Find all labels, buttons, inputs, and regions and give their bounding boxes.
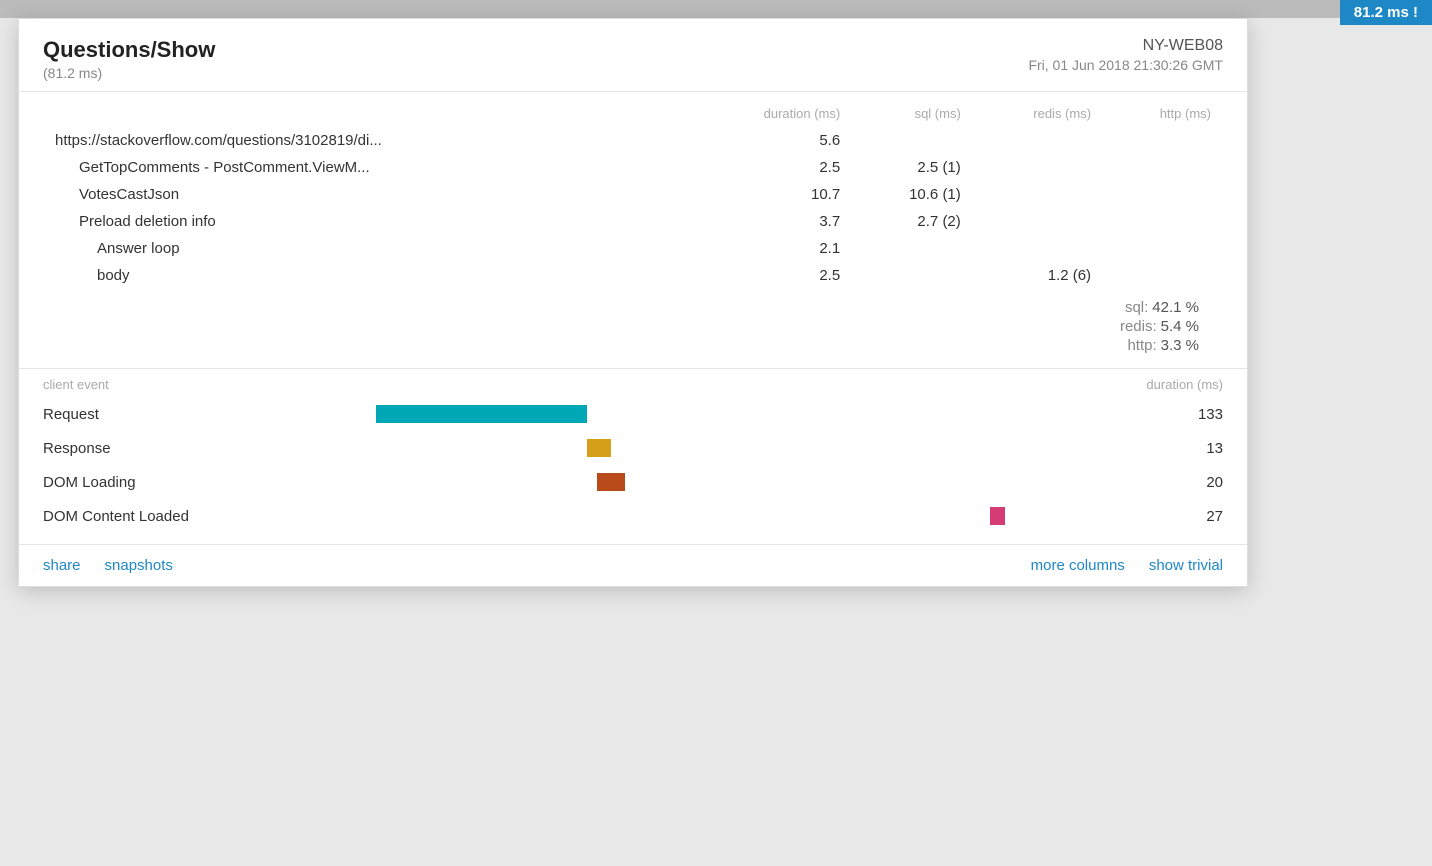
timings-table: duration (ms) sql (ms) redis (ms) http (…	[43, 98, 1223, 289]
timing-http	[1103, 181, 1223, 208]
popup-server-info: NY-WEB08 Fri, 01 Jun 2018 21:30:26 GMT	[1028, 37, 1223, 73]
timing-duration: 2.5	[692, 262, 852, 289]
timing-duration: 3.7	[692, 208, 852, 235]
popup-title-row: Questions/Show (81.2 ms) NY-WEB08 Fri, 0…	[43, 37, 1223, 81]
popup-title-text: Questions/Show	[43, 37, 215, 63]
timing-row: body 2.5 1.2 (6)	[43, 262, 1223, 289]
client-event-row: DOM Loading 20	[43, 468, 1223, 496]
event-bar	[597, 473, 626, 491]
timing-row: https://stackoverflow.com/questions/3102…	[43, 127, 1223, 154]
timing-redis: 1.2 (6)	[973, 262, 1103, 289]
stat-label: http:	[1127, 337, 1156, 354]
stat-value: 3.3 %	[1161, 337, 1199, 354]
timing-sql: 2.5 (1)	[852, 154, 973, 181]
timing-sql	[852, 127, 973, 154]
stat-value: 5.4 %	[1161, 318, 1199, 335]
client-duration-header: duration (ms)	[1146, 377, 1223, 392]
timing-sql	[852, 262, 973, 289]
popup-body: duration (ms) sql (ms) redis (ms) http (…	[19, 98, 1247, 368]
col-sql: sql (ms)	[852, 98, 973, 127]
footer-link-share[interactable]: share	[43, 557, 81, 574]
badge-label: 81.2 ms !	[1354, 4, 1418, 21]
client-event-duration: 133	[1163, 406, 1223, 423]
popup: Questions/Show (81.2 ms) NY-WEB08 Fri, 0…	[18, 18, 1248, 587]
bar-area	[203, 471, 1163, 493]
client-event-label: Response	[43, 440, 203, 457]
client-events-container: Request 133 Response 13 DOM Loading 20 DOM Con…	[43, 400, 1223, 530]
client-event-label: DOM Loading	[43, 474, 203, 491]
stat-label: redis:	[1120, 318, 1157, 335]
timing-duration: 10.7	[692, 181, 852, 208]
client-event-duration: 20	[1163, 474, 1223, 491]
popup-header: Questions/Show (81.2 ms) NY-WEB08 Fri, 0…	[19, 19, 1247, 92]
bar-area	[203, 403, 1163, 425]
popup-title: Questions/Show (81.2 ms)	[43, 37, 215, 81]
client-header: client event duration (ms)	[43, 377, 1223, 392]
stat-row: http: 3.3 %	[1127, 337, 1199, 354]
stat-row: redis:5.4 %	[1120, 318, 1199, 335]
timing-redis	[973, 181, 1103, 208]
timing-sql: 2.7 (2)	[852, 208, 973, 235]
stat-row: sql:42.1 %	[1125, 299, 1199, 316]
col-label	[43, 98, 692, 127]
client-section: client event duration (ms) Request 133 Res…	[19, 368, 1247, 544]
timing-row: Answer loop 2.1	[43, 235, 1223, 262]
bar-area	[203, 505, 1163, 527]
stat-value: 42.1 %	[1152, 299, 1199, 316]
client-event-label: DOM Content Loaded	[43, 508, 203, 525]
event-bar	[376, 405, 587, 423]
timing-duration: 2.1	[692, 235, 852, 262]
popup-timestamp: Fri, 01 Jun 2018 21:30:26 GMT	[1028, 57, 1223, 73]
mini-badge: 81.2 ms !	[1340, 0, 1432, 25]
timing-redis	[973, 127, 1103, 154]
timing-label: Answer loop	[43, 235, 692, 262]
timing-http	[1103, 262, 1223, 289]
timing-label: Preload deletion info	[43, 208, 692, 235]
timing-redis	[973, 154, 1103, 181]
timing-sql: 10.6 (1)	[852, 181, 973, 208]
popup-server: NY-WEB08	[1028, 37, 1223, 55]
timing-label: VotesCastJson	[43, 181, 692, 208]
footer-link-show-trivial[interactable]: show trivial	[1149, 557, 1223, 574]
event-bar	[587, 439, 611, 457]
event-bar	[990, 507, 1004, 525]
panel-wrapper: 81.2 ms ! Questions/Show (81.2 ms) NY-WE…	[0, 0, 1432, 866]
client-event-row: Request 133	[43, 400, 1223, 428]
timing-row: VotesCastJson 10.7 10.6 (1)	[43, 181, 1223, 208]
client-event-label: Request	[43, 406, 203, 423]
timing-row: GetTopComments - PostComment.ViewM... 2.…	[43, 154, 1223, 181]
stat-label: sql:	[1125, 299, 1148, 316]
timing-http	[1103, 127, 1223, 154]
client-event-duration: 27	[1163, 508, 1223, 525]
footer-links-right: more columns show trivial	[1031, 557, 1223, 574]
timing-row: Preload deletion info 3.7 2.7 (2)	[43, 208, 1223, 235]
timing-http	[1103, 208, 1223, 235]
timing-duration: 5.6	[692, 127, 852, 154]
client-event-row: Response 13	[43, 434, 1223, 462]
footer-links-left: share snapshots	[43, 557, 173, 574]
timings-header-row: duration (ms) sql (ms) redis (ms) http (…	[43, 98, 1223, 127]
col-http: http (ms)	[1103, 98, 1223, 127]
col-redis: redis (ms)	[973, 98, 1103, 127]
timing-duration: 2.5	[692, 154, 852, 181]
client-event-row: DOM Content Loaded 27	[43, 502, 1223, 530]
popup-footer: share snapshots more columns show trivial	[19, 544, 1247, 586]
timing-http	[1103, 235, 1223, 262]
top-bar	[0, 0, 1432, 18]
timing-label: GetTopComments - PostComment.ViewM...	[43, 154, 692, 181]
client-event-header: client event	[43, 377, 109, 392]
timing-label: body	[43, 262, 692, 289]
timing-redis	[973, 208, 1103, 235]
footer-link-snapshots[interactable]: snapshots	[105, 557, 173, 574]
timing-http	[1103, 154, 1223, 181]
timing-sql	[852, 235, 973, 262]
footer-link-more-columns[interactable]: more columns	[1031, 557, 1125, 574]
timing-redis	[973, 235, 1103, 262]
timing-label: https://stackoverflow.com/questions/3102…	[43, 127, 692, 154]
client-event-duration: 13	[1163, 440, 1223, 457]
bar-area	[203, 437, 1163, 459]
stats-section: sql:42.1 % redis:5.4 % http: 3.3 %	[43, 289, 1223, 368]
col-duration: duration (ms)	[692, 98, 852, 127]
popup-subtitle: (81.2 ms)	[43, 65, 215, 81]
